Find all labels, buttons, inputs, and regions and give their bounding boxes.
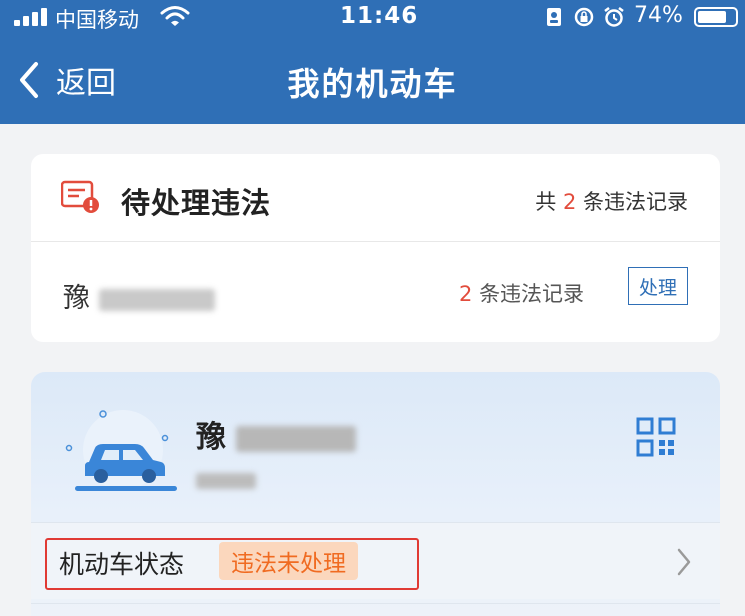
total-suffix: 条违法记录 [583,190,688,214]
id-card-icon [547,8,561,26]
total-count: 2 [562,190,577,214]
vehicle-status-row[interactable]: 机动车状态 违法未处理 [31,523,720,599]
vehicle-plate-redacted [236,425,357,452]
total-prefix: 共 [535,190,557,214]
handle-button[interactable]: 处理 [628,267,688,305]
app-header: 中国移动 11:46 74% 返回 我的机动车 [0,0,745,124]
signal-icon [14,8,48,26]
clock-time: 11:46 [340,3,419,29]
plate-number: 豫 [63,276,215,315]
battery-percent: 74% [634,3,683,28]
status-badge: 违法未处理 [219,542,358,580]
bottom-divider [31,603,720,604]
vehicle-plate-prefix: 豫 [196,420,226,455]
pending-violations-card: 待处理违法 共 2 条违法记录 豫 2 条违法记录 处理 [31,154,720,342]
carrier-name: 中国移动 [55,8,139,32]
alarm-icon [604,7,624,27]
pending-violations-header: 待处理违法 共 2 条违法记录 [31,154,720,242]
vehicle-card: 豫 机动车状态 违法未处理 [31,372,720,616]
rotation-lock-icon [574,7,594,27]
page-title: 我的机动车 [287,65,458,103]
plate-prefix: 豫 [63,283,90,314]
pending-violations-title: 待处理违法 [121,186,272,220]
violation-row[interactable]: 豫 2 条违法记录 处理 [31,242,720,342]
row-count: 2 [459,282,473,306]
chevron-right-icon [677,548,691,576]
total-violations: 共 2 条违法记录 [535,186,688,216]
car-icon [65,410,177,491]
plate-redacted [98,288,215,311]
vehicle-subtitle [196,470,256,489]
row-count-suffix: 条违法记录 [479,282,585,306]
vehicle-status-label: 机动车状态 [59,550,185,579]
wifi-icon [160,6,190,26]
vehicle-subtitle-redacted [196,472,256,489]
battery-icon [694,7,738,27]
status-bar: 中国移动 11:46 74% [0,0,745,36]
qr-code-icon[interactable] [636,417,676,457]
violation-document-icon [61,180,99,213]
row-violation-count: 2 条违法记录 [459,278,584,308]
vehicle-plate: 豫 [196,412,357,456]
nav-bar: 返回 我的机动车 [0,44,745,120]
